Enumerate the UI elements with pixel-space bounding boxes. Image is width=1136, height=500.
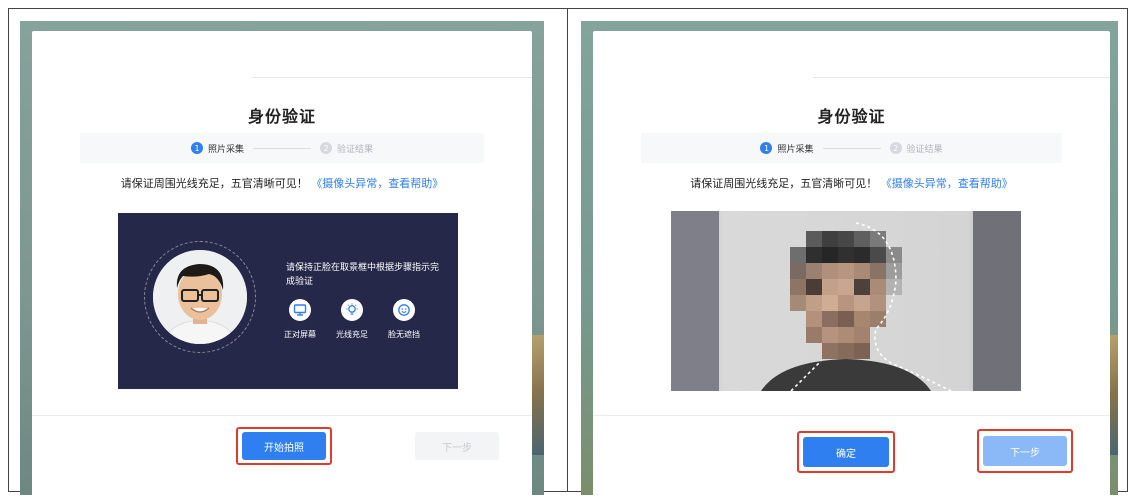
dialog-header-line: [813, 77, 1110, 78]
pixelated-face-image: [671, 211, 1021, 391]
step-number: 1: [760, 142, 773, 154]
tip-label: 正对屏幕: [284, 330, 316, 339]
dialog-footer-line: [32, 415, 532, 416]
step-indicator: 1 照片采集 2 验证结果: [641, 133, 1062, 163]
dialog-header-line: [252, 77, 532, 78]
step-label: 验证结果: [337, 144, 374, 155]
guide-instruction: 请保持正脸在取景框中根据步骤指示完成验证: [286, 263, 440, 287]
tip-label: 光线充足: [336, 330, 368, 339]
tip-light: 光线充足: [333, 299, 371, 340]
guide-tips: 正对屏幕 光线充足 脸无遮挡: [281, 299, 423, 340]
camera-preview: [671, 211, 1021, 391]
step-indicator: 1 照片采集 2 验证结果: [80, 133, 484, 163]
face-icon: [393, 299, 415, 321]
dialog-footer-line: [593, 415, 1110, 416]
sample-face-avatar: [153, 250, 247, 344]
lighting-hint: 请保证周围光线充足，五官清晰可见！ 《摄像头异常，查看帮助》: [32, 175, 532, 191]
start-capture-button[interactable]: 开始拍照: [242, 432, 326, 460]
identity-dialog: 身份验证 1 照片采集 2 验证结果 请保证周围光线充足，五官清晰可见！ 《摄像…: [32, 31, 532, 495]
dialog-title: 身份验证: [817, 107, 886, 126]
step-label: 验证结果: [906, 144, 943, 155]
step-number: 2: [889, 142, 902, 154]
tip-no-cover: 脸无遮挡: [385, 299, 423, 340]
step-connector: [253, 147, 311, 149]
lightbulb-icon: [341, 299, 363, 321]
step-label: 照片采集: [777, 144, 814, 155]
hint-text: 请保证周围光线充足，五官清晰可见！: [690, 177, 878, 190]
tip-label: 脸无遮挡: [388, 330, 420, 339]
identity-dialog: 身份验证 1 照片采集 2 验证结果 请保证周围光线充足，五官清晰可见！ 《摄像…: [593, 31, 1110, 495]
left-screenshot: 身份验证 1 照片采集 2 验证结果 请保证周围光线充足，五官清晰可见！ 《摄像…: [20, 21, 544, 495]
next-step-button[interactable]: 下一步: [415, 432, 499, 460]
step-photo-capture: 1 照片采集: [190, 142, 244, 155]
face-frame-circle: [144, 241, 256, 353]
capture-guide-panel: 请保持正脸在取景框中根据步骤指示完成验证 正对屏幕 光线充足 脸无遮挡: [118, 213, 458, 389]
lighting-hint: 请保证周围光线充足，五官清晰可见！ 《摄像头异常，查看帮助》: [593, 175, 1110, 191]
step-verify-result: 2 验证结果: [320, 142, 373, 155]
right-screenshot: 身份验证 1 照片采集 2 验证结果 请保证周围光线充足，五官清晰可见！ 《摄像…: [581, 21, 1118, 495]
confirm-button[interactable]: 确定: [803, 437, 889, 467]
dialog-title: 身份验证: [247, 107, 316, 126]
next-step-button[interactable]: 下一步: [983, 436, 1067, 466]
hint-text: 请保证周围光线充足，五官清晰可见！: [120, 177, 308, 190]
camera-help-link[interactable]: 《摄像头异常，查看帮助》: [311, 177, 443, 190]
step-photo-capture: 1 照片采集: [760, 142, 814, 155]
step-number: 1: [190, 142, 203, 154]
step-label: 照片采集: [207, 144, 244, 155]
camera-help-link[interactable]: 《摄像头异常，查看帮助》: [881, 177, 1013, 190]
tip-face-screen: 正对屏幕: [281, 299, 319, 340]
step-connector: [822, 147, 881, 149]
monitor-icon: [289, 299, 311, 321]
frame-divider: [567, 8, 568, 492]
step-number: 2: [320, 142, 332, 154]
step-verify-result: 2 验证结果: [889, 142, 943, 155]
